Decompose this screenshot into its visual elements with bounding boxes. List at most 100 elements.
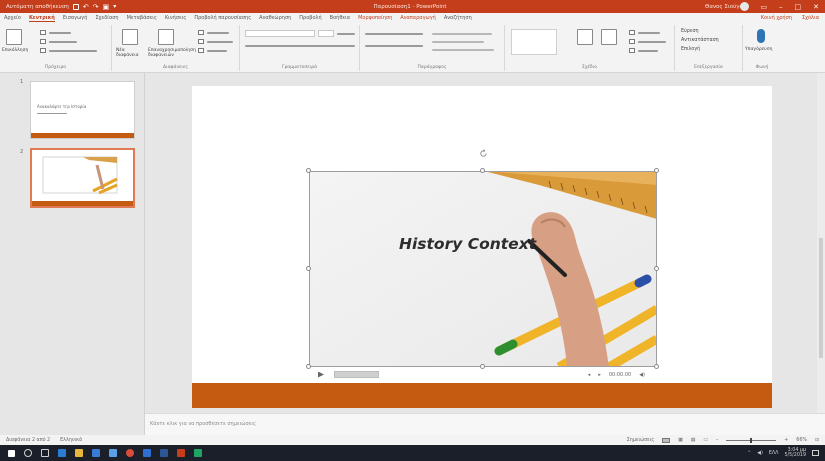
normal-view-icon[interactable]	[662, 437, 671, 443]
explorer-icon[interactable]	[75, 449, 83, 457]
clock[interactable]: 3:04 μμ 5/5/2019	[784, 448, 806, 459]
volume-tray-icon[interactable]: ◀)	[757, 451, 763, 456]
vertical-scrollbar[interactable]	[817, 73, 825, 413]
text-direction[interactable]	[432, 33, 492, 35]
paste-icon[interactable]	[6, 29, 22, 45]
zoom-out-icon[interactable]: –	[716, 438, 718, 443]
close-icon[interactable]: ✕	[813, 3, 819, 11]
cut-icon[interactable]	[40, 30, 46, 35]
save-icon[interactable]	[72, 3, 79, 10]
search-box[interactable]: Αναζήτηση	[444, 15, 472, 21]
zoom-slider[interactable]	[726, 437, 777, 443]
shapes-gallery[interactable]	[511, 29, 557, 55]
start-presentation-icon[interactable]: ▣	[103, 3, 110, 11]
new-slide-button[interactable]: Νέα διαφάνεια	[116, 48, 144, 58]
edge-icon[interactable]	[58, 449, 66, 457]
app-icon[interactable]	[143, 449, 151, 457]
layout-icon[interactable]	[198, 30, 204, 35]
slide[interactable]: History Context ◂ ▸ 00:00.00 ◀)	[192, 86, 772, 408]
ribbon-display-icon[interactable]: ▭	[760, 3, 767, 11]
powerpoint-icon[interactable]	[177, 449, 185, 457]
minimize-icon[interactable]: –	[779, 3, 783, 11]
task-view-icon[interactable]	[41, 449, 49, 457]
tab-view[interactable]: Προβολή	[299, 15, 321, 21]
smartart[interactable]	[432, 49, 494, 51]
tab-home[interactable]: Κεντρική	[28, 15, 55, 22]
reading-view-icon[interactable]: ▤	[691, 438, 696, 443]
excel-icon[interactable]	[194, 449, 202, 457]
select-button[interactable]: Επιλογή	[681, 47, 700, 52]
quick-styles-icon[interactable]	[601, 29, 617, 45]
tab-file[interactable]: Αρχείο	[4, 15, 21, 21]
tab-review[interactable]: Αναθεώρηση	[259, 15, 291, 21]
scrollbar-thumb[interactable]	[819, 238, 823, 358]
slide-thumbnail-2[interactable]	[30, 148, 135, 208]
start-icon[interactable]	[8, 449, 15, 457]
paste-button[interactable]: Επικόλληση	[2, 48, 28, 53]
dictate-button[interactable]: Υπαγόρευση	[745, 47, 772, 52]
resize-handle-w[interactable]	[306, 266, 311, 271]
slideshow-icon[interactable]: ▭	[703, 438, 708, 443]
font-format-buttons[interactable]	[245, 45, 355, 47]
tab-transitions[interactable]: Μεταβάσεις	[127, 15, 157, 21]
reuse-slides-icon[interactable]	[158, 29, 174, 45]
network-icon[interactable]: ⌃	[747, 451, 751, 456]
new-slide-icon[interactable]	[122, 29, 138, 45]
resize-handle-nw[interactable]	[306, 168, 311, 173]
store-icon[interactable]	[92, 449, 100, 457]
find-button[interactable]: Εύρεση	[681, 29, 699, 34]
search-icon[interactable]	[24, 449, 32, 457]
customize-qat-icon[interactable]: ▾	[113, 3, 116, 10]
notes-pane[interactable]: Κάντε κλικ για να προσθέσετε σημειώσεις	[145, 413, 825, 435]
arrange-icon[interactable]	[577, 29, 593, 45]
tab-help[interactable]: Βοήθεια	[330, 15, 350, 21]
mail-icon[interactable]	[109, 449, 117, 457]
avatar[interactable]	[740, 2, 749, 11]
play-icon[interactable]	[318, 371, 324, 378]
shape-effects-icon[interactable]	[629, 48, 635, 53]
align-text[interactable]	[432, 41, 484, 43]
replace-button[interactable]: Αντικατάσταση	[681, 38, 719, 43]
maximize-icon[interactable]: □	[795, 3, 802, 11]
resize-handle-ne[interactable]	[654, 168, 659, 173]
tab-animations[interactable]: Κινήσεις	[165, 15, 186, 21]
align-buttons[interactable]	[365, 45, 423, 47]
shape-outline-icon[interactable]	[629, 39, 635, 44]
dictate-icon[interactable]	[757, 29, 765, 43]
tab-design[interactable]: Σχεδίαση	[95, 15, 118, 21]
fit-slide-icon[interactable]: ⊡	[815, 438, 819, 443]
font-size-field[interactable]	[318, 30, 334, 37]
video-poster-picture[interactable]: History Context	[309, 171, 657, 367]
copy-icon[interactable]	[40, 39, 46, 44]
format-painter-icon[interactable]	[40, 48, 46, 53]
reset-icon[interactable]	[198, 39, 204, 44]
rotate-handle-icon[interactable]	[479, 149, 488, 158]
zoom-in-icon[interactable]: +	[784, 438, 788, 443]
tab-format[interactable]: Μορφοποίηση	[358, 15, 392, 21]
tab-slideshow[interactable]: Προβολή παρουσίασης	[194, 15, 251, 21]
media-progress-track[interactable]	[334, 371, 379, 378]
resize-handle-n[interactable]	[480, 168, 485, 173]
tab-playback[interactable]: Αναπαραγωγή	[400, 15, 436, 21]
slide-sorter-icon[interactable]: ▦	[678, 438, 683, 443]
tab-insert[interactable]: Εισαγωγή	[63, 15, 88, 21]
slide-thumbnail-1[interactable]: Ανακαλύψτε την Ιστορία	[30, 81, 135, 139]
redo-icon[interactable]: ↷	[93, 3, 99, 11]
step-forward-icon[interactable]: ▸	[598, 372, 601, 378]
word-icon[interactable]	[160, 449, 168, 457]
notes-toggle-button[interactable]: Σημειώσεις	[627, 438, 654, 443]
language-indicator[interactable]: Ελληνικά	[60, 438, 82, 443]
undo-icon[interactable]: ↶	[83, 3, 89, 11]
notifications-icon[interactable]	[812, 450, 819, 456]
step-back-icon[interactable]: ◂	[588, 372, 591, 378]
list-buttons[interactable]	[365, 33, 423, 35]
share-button[interactable]: Κοινή χρήση	[761, 15, 792, 21]
shape-fill-icon[interactable]	[629, 30, 635, 35]
chrome-icon[interactable]	[126, 449, 134, 457]
reuse-slides-button[interactable]: Επαναχρησιμοποίηση διαφανειών	[148, 48, 196, 58]
section-icon[interactable]	[198, 48, 204, 53]
comments-button[interactable]: Σχόλια	[802, 15, 819, 21]
resize-handle-e[interactable]	[654, 266, 659, 271]
font-name-field[interactable]	[245, 30, 315, 37]
zoom-level[interactable]: 66%	[796, 438, 807, 443]
